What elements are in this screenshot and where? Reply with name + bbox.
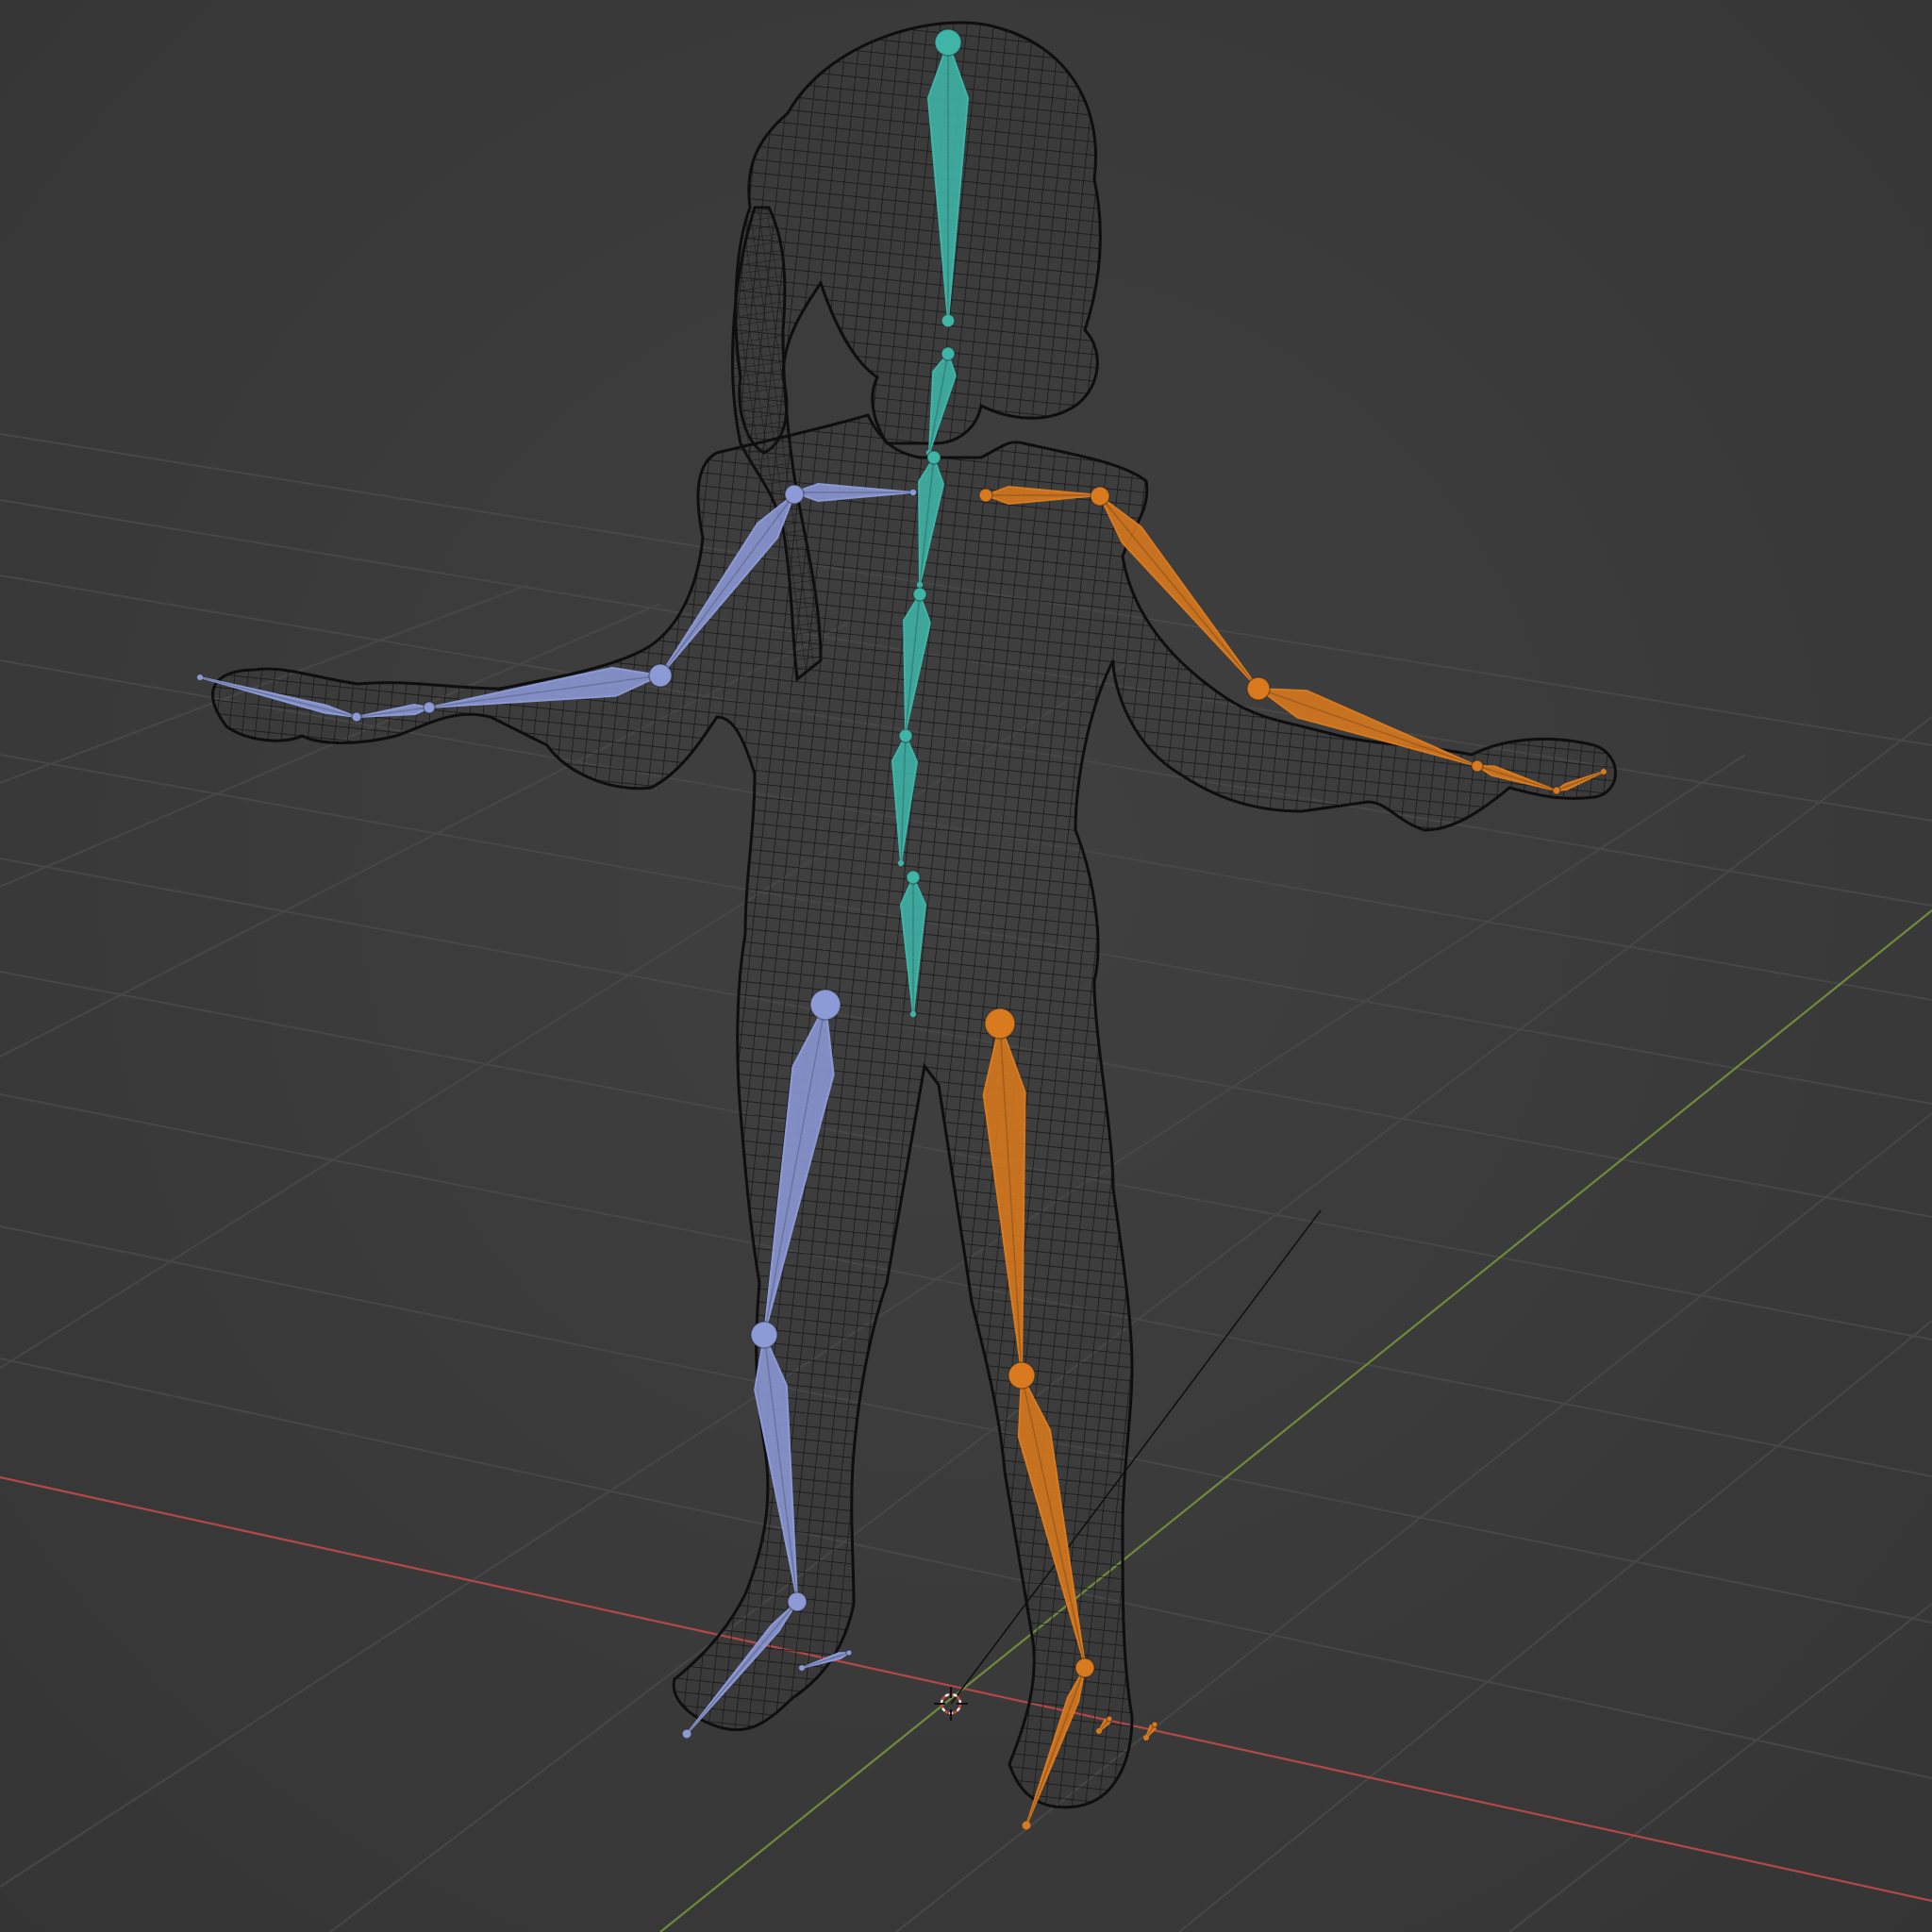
right-bone-joint[interactable]	[1008, 1361, 1036, 1390]
center-bone-joint[interactable]	[926, 450, 941, 465]
center-bone-tail[interactable]	[916, 581, 924, 589]
right-bone-joint[interactable]	[1471, 759, 1484, 773]
left-bone-tail[interactable]	[682, 1729, 691, 1739]
right-bone-joint[interactable]	[1074, 1657, 1095, 1678]
right-bone-tail[interactable]	[1143, 1735, 1149, 1740]
right-bone-tail[interactable]	[1601, 769, 1607, 774]
left-bone-joint[interactable]	[784, 484, 805, 505]
center-bone-joint[interactable]	[934, 28, 962, 57]
left-bone-joint[interactable]	[351, 711, 362, 723]
right-bone-tail[interactable]	[1022, 1821, 1031, 1830]
left-bone-tail[interactable]	[909, 489, 917, 496]
left-bone-joint[interactable]	[423, 701, 436, 714]
right-bone-joint[interactable]	[1106, 1715, 1113, 1723]
left-bone-joint[interactable]	[809, 989, 841, 1021]
right-bone-joint[interactable]	[978, 488, 993, 503]
left-bone-joint[interactable]	[845, 1649, 853, 1657]
center-bone-joint[interactable]	[912, 587, 927, 602]
center-bone-tail[interactable]	[941, 314, 955, 327]
center-bone-joint[interactable]	[898, 728, 913, 743]
right-bone-joint[interactable]	[1090, 486, 1110, 507]
left-bone-joint[interactable]	[648, 663, 673, 688]
center-bone-tail[interactable]	[897, 859, 905, 867]
right-bone-joint[interactable]	[984, 1008, 1016, 1040]
center-bone-joint[interactable]	[941, 346, 956, 361]
left-bone-joint[interactable]	[750, 1321, 778, 1349]
viewport-scene[interactable]	[0, 0, 1932, 1932]
3d-viewport[interactable]	[0, 0, 1932, 1932]
left-bone-tail[interactable]	[799, 1665, 805, 1671]
right-bone-joint[interactable]	[1552, 786, 1561, 795]
right-bone-joint[interactable]	[1246, 676, 1271, 701]
left-bone-joint[interactable]	[787, 1591, 808, 1612]
right-bone-joint[interactable]	[1151, 1721, 1158, 1728]
center-bone-tail[interactable]	[909, 1010, 917, 1018]
right-bone-tail[interactable]	[1096, 1728, 1102, 1734]
center-bone-joint[interactable]	[906, 870, 921, 885]
left-bone-tail[interactable]	[197, 675, 203, 680]
